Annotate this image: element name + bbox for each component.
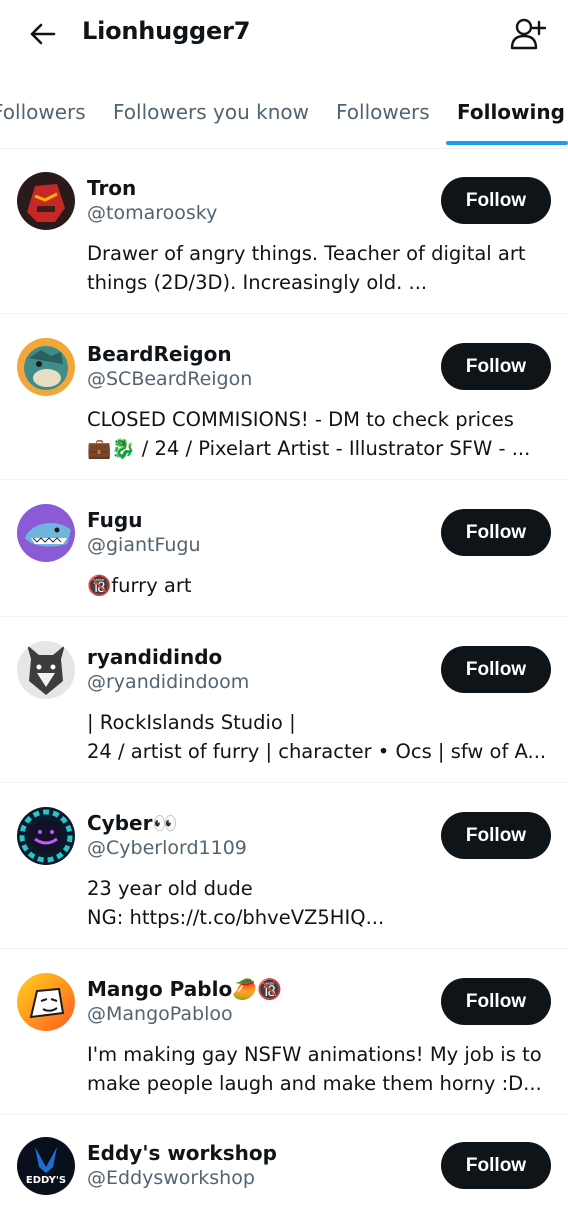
- list-item[interactable]: ryandidindo @ryandidindoom Follow | Rock…: [0, 617, 568, 783]
- user-name: Cyber👀: [87, 811, 178, 835]
- tab-verified-followers[interactable]: Followers: [336, 100, 430, 124]
- user-bio: Drawer of angry things. Teacher of digit…: [87, 242, 526, 294]
- list-item[interactable]: Mango Pablo🥭🔞 @MangoPabloo Follow I'm ma…: [0, 949, 568, 1115]
- user-handle: @Cyberlord1109: [87, 837, 247, 859]
- user-name: ryandidindo: [87, 645, 223, 669]
- follow-button[interactable]: Follow: [441, 646, 551, 693]
- tab-bar: Followers Followers you know Followers F…: [0, 86, 568, 149]
- user-handle: @Eddysworkshop: [87, 1167, 255, 1189]
- top-bar: Lionhugger7: [0, 0, 568, 72]
- follow-button[interactable]: Follow: [441, 1142, 551, 1189]
- follow-button[interactable]: Follow: [441, 978, 551, 1025]
- avatar[interactable]: [17, 172, 75, 230]
- user-handle: @giantFugu: [87, 534, 201, 556]
- avatar[interactable]: [17, 641, 75, 699]
- active-tab-indicator: [446, 141, 568, 145]
- user-handle: @MangoPabloo: [87, 1003, 233, 1025]
- page-title: Lionhugger7: [82, 17, 251, 45]
- user-handle: @ryandidindoom: [87, 671, 250, 693]
- tab-followers[interactable]: Followers: [0, 100, 86, 124]
- avatar[interactable]: [17, 807, 75, 865]
- arrow-left-icon: [30, 23, 56, 45]
- list-item[interactable]: BeardReigon @SCBeardReigon Follow CLOSED…: [0, 314, 568, 480]
- user-bio: I'm making gay NSFW animations! My job i…: [87, 1043, 542, 1095]
- user-handle: @tomaroosky: [87, 202, 218, 224]
- tab-followers-you-know[interactable]: Followers you know: [113, 100, 309, 124]
- user-bio: CLOSED COMMISIONS! - DM to check prices …: [87, 408, 531, 460]
- user-bio: | RockIslands Studio | 24 / artist of fu…: [87, 711, 547, 763]
- follow-button[interactable]: Follow: [441, 812, 551, 859]
- avatar-logo-text: EDDY'S: [25, 1175, 67, 1186]
- back-button[interactable]: [22, 16, 62, 52]
- user-name: Fugu: [87, 508, 143, 532]
- avatar[interactable]: EDDY'S: [17, 1137, 75, 1195]
- add-user-icon: [510, 18, 546, 50]
- list-item[interactable]: Tron @tomaroosky Follow Drawer of angry …: [0, 148, 568, 314]
- add-user-button[interactable]: [506, 14, 550, 54]
- avatar[interactable]: [17, 973, 75, 1031]
- list-item[interactable]: EDDY'S Eddy's workshop @Eddysworkshop Fo…: [0, 1115, 568, 1215]
- follow-button[interactable]: Follow: [441, 343, 551, 390]
- user-name: Tron: [87, 176, 137, 200]
- user-bio: 23 year old dude NG: https://t.co/bhveVZ…: [87, 877, 385, 929]
- follow-button[interactable]: Follow: [441, 177, 551, 224]
- follow-button[interactable]: Follow: [441, 509, 551, 556]
- list-item[interactable]: Cyber👀 @Cyberlord1109 Follow 23 year old…: [0, 783, 568, 949]
- user-handle: @SCBeardReigon: [87, 368, 253, 390]
- user-name: Eddy's workshop: [87, 1141, 277, 1165]
- following-list: Tron @tomaroosky Follow Drawer of angry …: [0, 148, 568, 1215]
- tab-following[interactable]: Following: [457, 100, 565, 124]
- user-name: BeardReigon: [87, 342, 232, 366]
- user-bio: 🔞furry art: [87, 574, 192, 597]
- user-name: Mango Pablo🥭🔞: [87, 977, 282, 1001]
- avatar[interactable]: [17, 338, 75, 396]
- avatar[interactable]: [17, 504, 75, 562]
- list-item[interactable]: Fugu @giantFugu Follow 🔞furry art: [0, 480, 568, 617]
